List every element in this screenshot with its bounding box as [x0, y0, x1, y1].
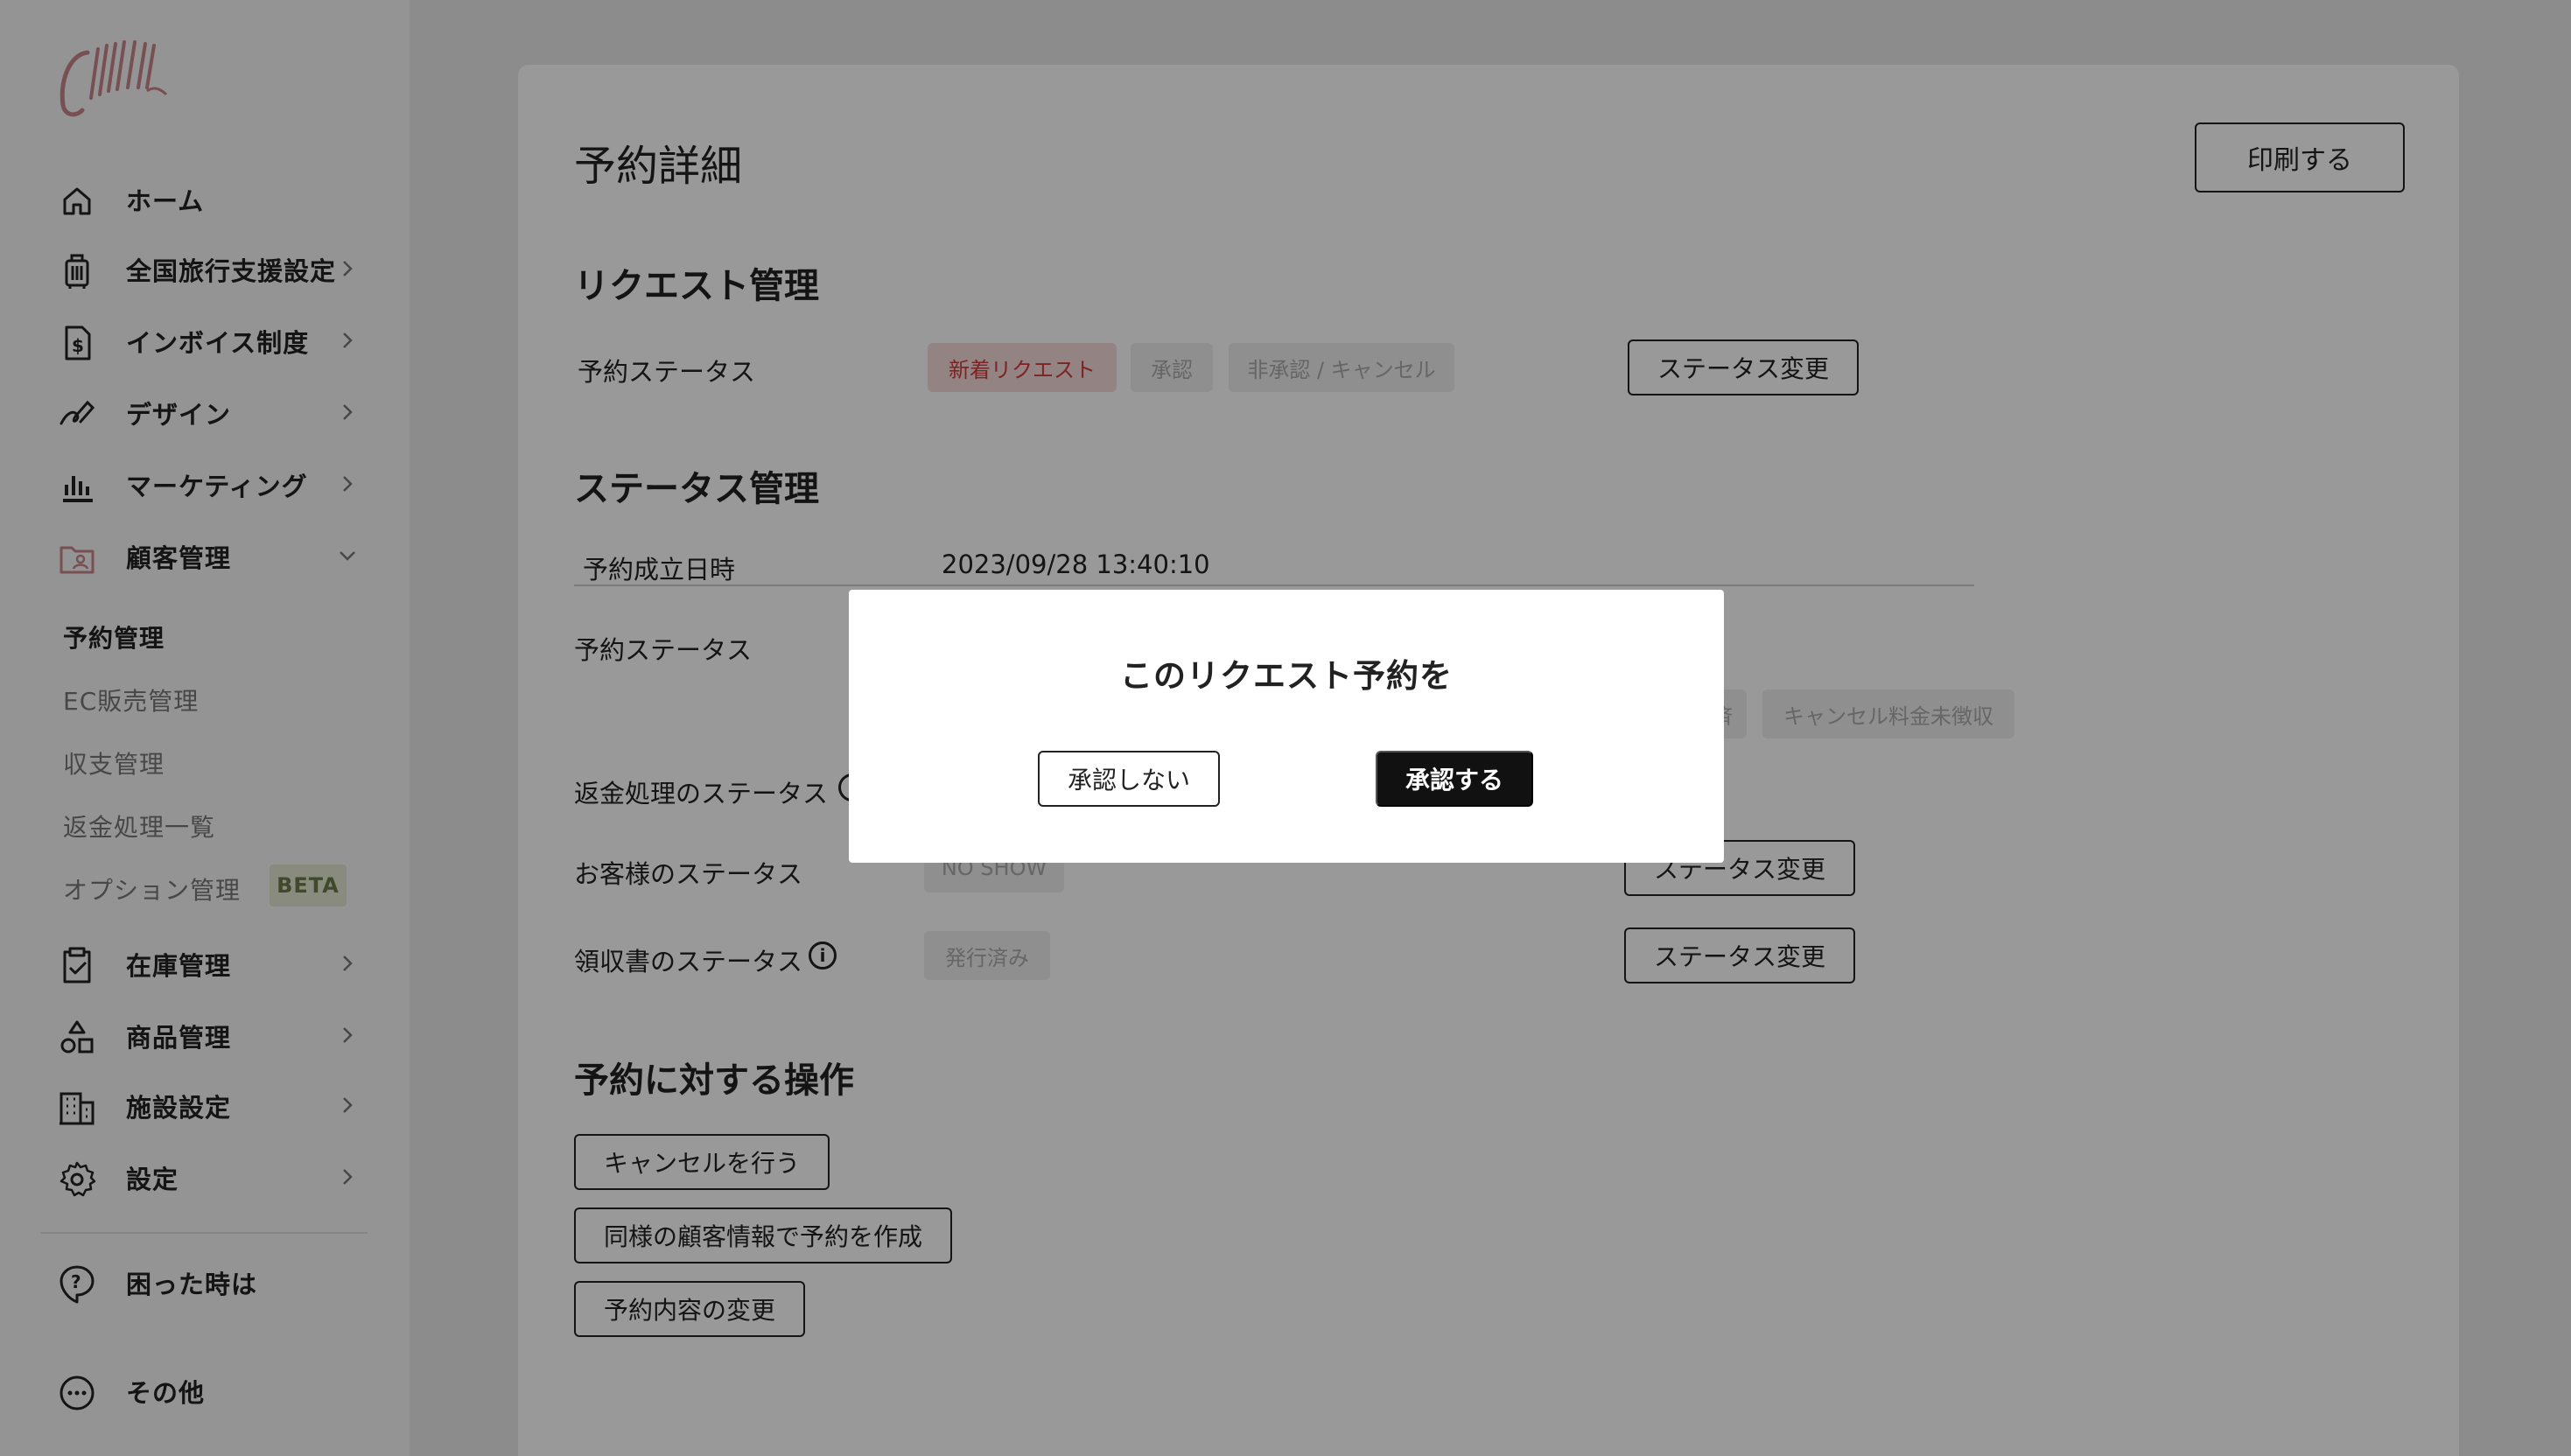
modal-title: このリクエスト予約を [1120, 657, 1453, 695]
reject-button[interactable]: 承認しない [1038, 751, 1220, 807]
approve-button[interactable]: 承認する [1376, 751, 1533, 807]
request-approval-modal: このリクエスト予約を 承認しない 承認する [849, 590, 1724, 863]
